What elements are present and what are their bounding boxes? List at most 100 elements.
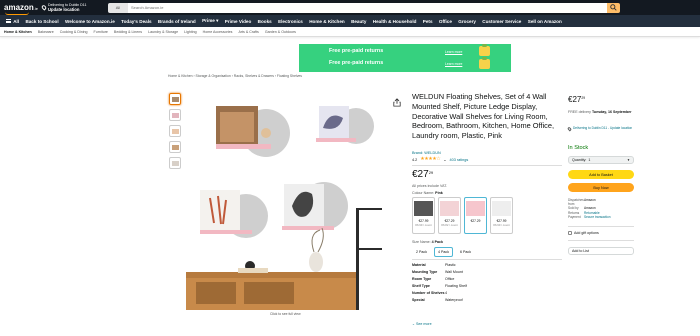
nav-item[interactable]: Grocery bbox=[455, 19, 479, 24]
swatch-unit-price: €6.99 / count bbox=[493, 223, 510, 227]
swatch-image bbox=[440, 201, 459, 216]
size-value: 4 Pack bbox=[431, 240, 443, 244]
banner-learn-more-link[interactable]: Learn more bbox=[445, 50, 462, 54]
banner-text: Free pre-paid returns bbox=[329, 48, 384, 54]
size-option[interactable]: 2 Pack bbox=[412, 247, 431, 257]
spec-value: Waterproof bbox=[445, 298, 463, 302]
subnav-item[interactable]: Bakeware bbox=[38, 30, 60, 34]
all-menu-button[interactable]: All bbox=[3, 19, 22, 24]
spec-key: Number of Shelves bbox=[412, 291, 445, 295]
delivery-prefix: FREE delivery bbox=[568, 110, 591, 114]
colour-swatch[interactable]: €27.99 €6.99 / count bbox=[412, 197, 435, 234]
nav-item[interactable]: Customer Service bbox=[479, 19, 524, 24]
subnav-item[interactable]: Bedding & Linens bbox=[114, 30, 148, 34]
colour-swatch[interactable]: €27.29 €6.82 / count bbox=[438, 197, 461, 234]
subnav-item[interactable]: Furniture bbox=[94, 30, 114, 34]
nav-item[interactable]: Health & Household bbox=[370, 19, 420, 24]
all-menu-label: All bbox=[13, 18, 20, 24]
thumbnail[interactable] bbox=[169, 141, 181, 153]
size-options: 2 Pack 4 Pack 6 Pack bbox=[412, 247, 475, 257]
nav-item[interactable]: Home & Kitchen bbox=[306, 19, 348, 24]
spec-key: Mounting Type bbox=[412, 270, 438, 274]
rating-value: 4.2 bbox=[412, 157, 418, 162]
detail-link[interactable]: Secure transaction bbox=[584, 215, 611, 219]
nav-item[interactable]: Sell on Amazon bbox=[525, 19, 565, 24]
search-button[interactable] bbox=[607, 2, 620, 13]
buy-now-button[interactable]: Buy Now bbox=[568, 183, 634, 192]
image-caption[interactable]: Click to see full view bbox=[270, 312, 301, 316]
swatch-image bbox=[466, 201, 485, 216]
add-to-basket-button[interactable]: Add to Basket bbox=[568, 170, 634, 179]
swatch-image bbox=[414, 201, 433, 216]
buybox-location[interactable]: Delivering to Dublin D11 - Update locati… bbox=[567, 126, 634, 132]
logo-tld: .ie bbox=[33, 6, 39, 11]
amazon-logo[interactable]: amazon.ie bbox=[4, 3, 42, 15]
subnav-item[interactable]: Home Accessories bbox=[203, 30, 239, 34]
gift-checkbox[interactable] bbox=[568, 231, 572, 235]
banner-text: Free pre-paid returns bbox=[329, 60, 384, 66]
divider bbox=[568, 226, 634, 227]
banner-learn-more-link[interactable]: Learn more bbox=[445, 62, 462, 66]
product-specs: Material Plastic Mounting Type Wall Mount … bbox=[412, 263, 467, 305]
size-option[interactable]: 6 Pack bbox=[456, 247, 475, 257]
detail-row: Dispatches from Amazon bbox=[568, 198, 611, 206]
ratings-count-link[interactable]: 403 ratings bbox=[449, 158, 468, 162]
price-fraction: 29 bbox=[428, 170, 434, 175]
colour-swatch-selected[interactable]: €27.29 bbox=[464, 197, 487, 234]
top-header: amazon.ie Delivering to Dublin D11 Updat… bbox=[0, 0, 700, 15]
nav-item[interactable]: Today's Deals bbox=[118, 19, 155, 24]
nav-item[interactable]: Books bbox=[254, 19, 274, 24]
gift-options[interactable]: Add gift options bbox=[568, 231, 599, 235]
main-product-image[interactable] bbox=[186, 88, 382, 310]
delivery-date: Tuesday, 16 September bbox=[591, 110, 632, 114]
spec-key: Room Type bbox=[412, 277, 432, 281]
subnav-item[interactable]: Cooking & Dining bbox=[60, 30, 94, 34]
category-subnav: Home & Kitchen Bakeware Cooking & Dining… bbox=[0, 27, 700, 37]
search-bar: All bbox=[108, 2, 620, 13]
subnav-item[interactable]: Laundry & Storage bbox=[148, 30, 184, 34]
nav-item[interactable]: Brands of Ireland bbox=[155, 19, 199, 24]
share-button[interactable] bbox=[393, 94, 401, 112]
colour-swatch[interactable]: €27.99 €6.99 / count bbox=[490, 197, 513, 234]
search-input[interactable] bbox=[128, 2, 607, 13]
subnav-item[interactable]: Garden & Outdoors bbox=[265, 30, 302, 34]
spec-row: Number of Shelves 4 bbox=[412, 291, 467, 295]
size-label: Size Name: bbox=[412, 240, 431, 244]
add-to-list-button[interactable]: Add to List bbox=[568, 247, 634, 255]
spec-row: Room Type Office bbox=[412, 277, 467, 281]
size-option-selected[interactable]: 4 Pack bbox=[434, 247, 453, 257]
buybox-price-whole: €27 bbox=[568, 95, 582, 104]
nav-item[interactable]: Office bbox=[436, 19, 455, 24]
subnav-item[interactable]: Arts & Crafts bbox=[238, 30, 264, 34]
nav-item[interactable]: Back to School bbox=[22, 19, 62, 24]
subnav-item[interactable]: Lighting bbox=[184, 30, 203, 34]
colour-value: Pink bbox=[435, 191, 443, 195]
returns-banner[interactable]: Free pre-paid returns Free pre-paid retu… bbox=[299, 44, 511, 72]
chevron-down-icon: ▼ bbox=[627, 158, 630, 162]
nav-item[interactable]: Prime ▾ bbox=[199, 18, 222, 24]
thumbnail[interactable] bbox=[169, 157, 181, 169]
nav-item[interactable]: Pets bbox=[420, 19, 436, 24]
delivery-location[interactable]: Delivering to Dublin D11 Update location bbox=[40, 3, 108, 12]
star-rating-icon[interactable]: ★★★★☆ bbox=[420, 157, 440, 162]
quantity-value: 1 bbox=[588, 158, 591, 162]
spec-key: Material bbox=[412, 263, 426, 267]
rating-dropdown-icon[interactable]: ⌄ bbox=[443, 157, 446, 162]
brand-link[interactable]: Brand: WELDUN bbox=[412, 151, 441, 155]
thumbnail[interactable] bbox=[169, 125, 181, 137]
nav-item[interactable]: Electronics bbox=[275, 19, 306, 24]
see-more-link[interactable]: ⌄ See more bbox=[412, 322, 432, 326]
nav-item[interactable]: Prime Video bbox=[222, 19, 255, 24]
thumbnail[interactable] bbox=[169, 109, 181, 121]
search-category-select[interactable]: All bbox=[108, 2, 128, 13]
breadcrumb[interactable]: Home & Kitchen › Storage & Organisation … bbox=[168, 74, 302, 78]
spec-value: Wall Mount bbox=[445, 270, 463, 274]
thumbnail-image bbox=[171, 112, 179, 118]
quantity-select[interactable]: Quantity: 1 ▼ bbox=[568, 156, 634, 164]
product-price: €2729 bbox=[412, 169, 433, 180]
nav-item[interactable]: Beauty bbox=[348, 19, 370, 24]
thumbnail[interactable] bbox=[169, 93, 181, 105]
swatch-unit-price: €6.82 / count bbox=[441, 223, 458, 227]
subnav-item[interactable]: Home & Kitchen bbox=[4, 30, 38, 34]
nav-item[interactable]: Welcome to Amazon.ie bbox=[62, 19, 118, 24]
